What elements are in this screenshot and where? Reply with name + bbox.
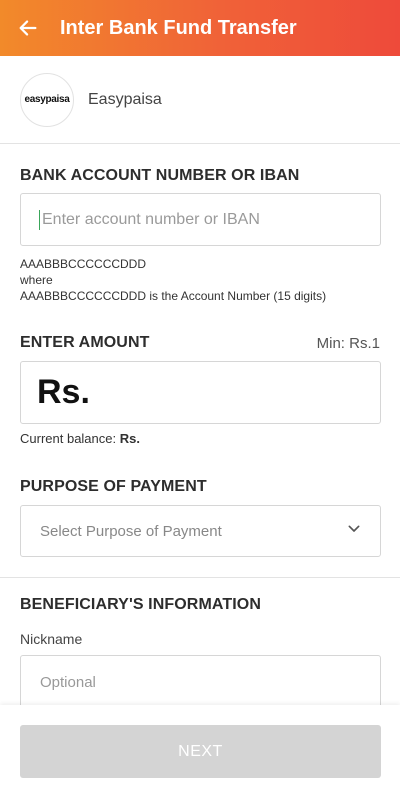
nickname-input[interactable]: Optional	[20, 655, 381, 710]
current-balance: Current balance: Rs.	[20, 431, 140, 446]
section-divider	[0, 577, 400, 578]
account-format-description: AAABBBCCCCCCDDD is the Account Number (1…	[20, 289, 327, 303]
beneficiary-label: BENEFICIARY'S INFORMATION	[20, 596, 261, 613]
nickname-label: Nickname	[20, 631, 83, 647]
purpose-label: PURPOSE OF PAYMENT	[20, 478, 207, 495]
amount-input[interactable]: Rs.	[20, 361, 381, 424]
text-cursor	[39, 209, 40, 230]
back-button[interactable]	[0, 0, 56, 56]
amount-label: ENTER AMOUNT	[20, 334, 150, 351]
account-number-input[interactable]: Enter account number or IBAN	[20, 193, 381, 246]
nickname-placeholder: Optional	[40, 674, 96, 691]
balance-value: Rs.	[119, 431, 140, 446]
selected-bank: easypaisa Easypaisa	[0, 56, 400, 144]
account-format-hint: AAABBBCCCCCCDDD	[20, 257, 147, 271]
currency-prefix: Rs.	[37, 373, 90, 411]
balance-label: Current balance:	[20, 431, 117, 446]
page-title: Inter Bank Fund Transfer	[60, 16, 297, 39]
chevron-down-icon	[346, 521, 362, 541]
bank-logo: easypaisa	[20, 72, 74, 127]
account-number-label: BANK ACCOUNT NUMBER OR IBAN	[20, 167, 300, 184]
app-header: Inter Bank Fund Transfer	[0, 0, 400, 56]
account-number-placeholder: Enter account number or IBAN	[42, 210, 260, 228]
account-format-where: where	[20, 273, 53, 287]
purpose-placeholder: Select Purpose of Payment	[40, 522, 222, 540]
purpose-select[interactable]: Select Purpose of Payment	[20, 505, 381, 557]
arrow-left-icon	[19, 20, 37, 36]
min-amount-label: Min: Rs.1	[316, 335, 380, 352]
bank-name: Easypaisa	[88, 90, 162, 108]
next-button[interactable]: NEXT	[20, 725, 381, 778]
bottom-bar: NEXT	[0, 705, 400, 787]
